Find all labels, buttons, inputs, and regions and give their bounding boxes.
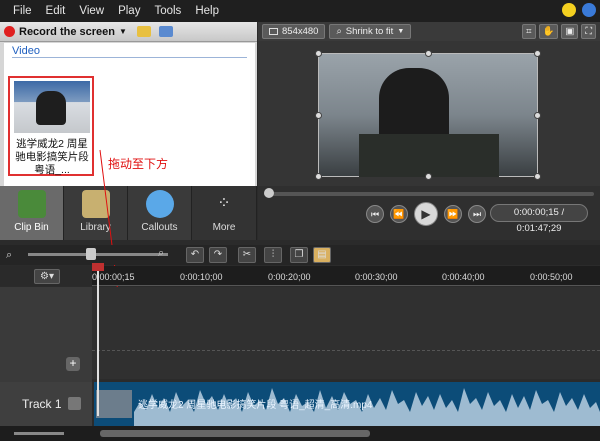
copy-icon[interactable]: ❐ <box>290 247 308 263</box>
pan-hand-icon[interactable]: ✋ <box>538 24 559 39</box>
redo-icon[interactable]: ↷ <box>209 247 227 263</box>
fit-mode-dropdown[interactable]: ⌕ Shrink to fit ▼ <box>329 24 412 39</box>
jacket-shape <box>359 134 499 177</box>
dimensions-icon <box>269 28 278 35</box>
resize-handle[interactable] <box>534 112 541 119</box>
ruler-tick: 0:00:40;00 <box>442 272 485 282</box>
annotation-text: 拖动至下方 <box>108 157 169 171</box>
zoom-slider-track[interactable] <box>28 253 168 256</box>
playback-controls: ⏮ ⏪ ▶ ⏩ ⏭ 0:00:00;15 / 0:01:47;29 <box>258 186 600 240</box>
clip-thumbnail <box>96 390 132 418</box>
preview-toolbar: 854x480 ⌕ Shrink to fit ▼ ⌗ ✋ ▣ ⛶ <box>258 22 600 41</box>
add-track-button[interactable]: + <box>66 357 80 371</box>
detach-icon[interactable]: ▣ <box>561 24 579 39</box>
resize-handle[interactable] <box>534 173 541 180</box>
video-frame[interactable] <box>315 50 541 180</box>
play-button[interactable]: ▶ <box>414 202 438 226</box>
preview-canvas <box>258 41 600 186</box>
timeline-clip[interactable]: 逃学威龙2 周星驰电影搞笑片段 粤语_超清_高清.mp4 <box>94 382 600 426</box>
magnifier-icon: ⌕ <box>336 26 342 37</box>
ruler-tick: 0:00:30;00 <box>355 272 398 282</box>
resize-handle[interactable] <box>315 173 322 180</box>
resize-handle[interactable] <box>315 50 322 57</box>
fit-mode-label: Shrink to fit <box>345 26 394 37</box>
gear-icon[interactable]: ⚙▾ <box>34 269 60 284</box>
zoom-slider-knob[interactable] <box>86 248 96 260</box>
track-divider <box>92 350 600 351</box>
undo-icon[interactable]: ↶ <box>186 247 204 263</box>
resize-handle[interactable] <box>534 50 541 57</box>
track-height-slider[interactable] <box>14 432 64 435</box>
resize-handle[interactable] <box>425 50 432 57</box>
cut-icon[interactable]: ✂ <box>238 247 256 263</box>
resize-handle[interactable] <box>315 112 322 119</box>
timeline-ruler[interactable]: 0:00:00;15 0:00:10;00 0:00:20;00 0:00:30… <box>92 266 600 286</box>
rewind-icon[interactable]: ⏪ <box>390 205 408 223</box>
lock-icon[interactable] <box>68 397 81 410</box>
dimensions-button[interactable]: 854x480 <box>262 24 326 39</box>
fullscreen-icon[interactable]: ⛶ <box>581 24 596 39</box>
jump-start-icon[interactable]: ⏮ <box>366 205 384 223</box>
seek-knob[interactable] <box>264 188 274 198</box>
empty-track-area[interactable] <box>92 287 600 379</box>
crop-icon[interactable]: ⌗ <box>522 24 536 39</box>
seek-track[interactable] <box>264 192 594 196</box>
fast-forward-icon[interactable]: ⏩ <box>444 205 462 223</box>
ruler-tick: 0:00:10;00 <box>180 272 223 282</box>
dimensions-label: 854x480 <box>282 26 319 37</box>
resize-handle[interactable] <box>425 173 432 180</box>
playhead[interactable] <box>97 266 99 416</box>
zoom-in-icon[interactable]: ⌕ <box>158 247 164 260</box>
jump-end-icon[interactable]: ⏭ <box>468 205 486 223</box>
playhead-marker[interactable] <box>92 263 104 271</box>
zoom-icon[interactable]: ⌕ <box>6 249 12 262</box>
paste-icon[interactable]: ▤ <box>313 247 331 263</box>
chevron-down-icon: ▼ <box>397 28 405 35</box>
track-label: Track 1 <box>22 397 62 411</box>
ruler-tick: 0:00:50;00 <box>530 272 573 282</box>
ruler-tick: 0:00:20;00 <box>268 272 311 282</box>
scroll-thumb[interactable] <box>100 430 370 437</box>
clip-name: 逃学威龙2 周星驰电影搞笑片段 粤语_超清_高清.mp4 <box>138 400 373 411</box>
split-icon[interactable]: ⫶ <box>264 247 282 263</box>
time-display: 0:00:00;15 / 0:01:47;29 <box>490 204 588 234</box>
